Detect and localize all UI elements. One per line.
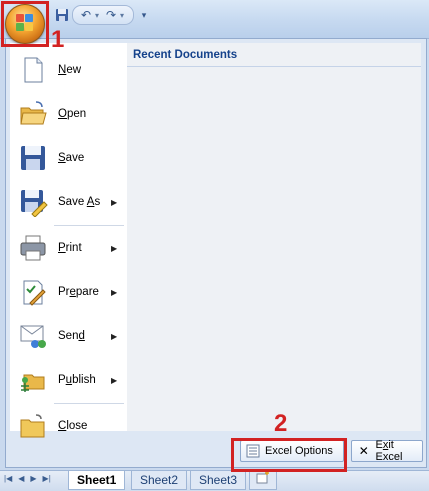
menu-item-publish[interactable]: Publish ▶ [10,359,127,401]
menu-separator [54,225,124,226]
menu-item-label: Send [58,330,85,342]
tab-sheet1[interactable]: Sheet1 [68,471,126,490]
menu-item-label: Publish [58,374,96,386]
menu-item-label: Print [58,242,82,254]
recent-documents-title: Recent Documents [127,43,421,67]
submenu-arrow-icon: ▶ [111,331,118,341]
menu-item-label: Open [58,108,87,120]
menu-item-label: Prepare [58,286,99,298]
send-icon [18,321,48,351]
save-icon[interactable] [55,8,69,22]
annotation-number-1: 1 [51,26,65,53]
prepare-icon [18,277,48,307]
menu-item-open[interactable]: Open [10,93,127,135]
submenu-arrow-icon: ▶ [111,287,118,297]
save-as-icon [18,187,48,218]
undo-dropdown-icon[interactable]: ▾ [95,11,99,20]
undo-icon[interactable]: ↶ [79,8,93,22]
menu-footer: Excel Options ✕ Exit Excel [10,435,423,463]
menu-item-prepare[interactable]: Prepare ▶ [10,271,127,313]
menu-separator [54,403,124,404]
highlight-box-office-button [1,1,49,47]
tab-sheet3[interactable]: Sheet3 [190,471,247,490]
new-document-icon [18,55,48,85]
save-disk-icon [18,143,48,173]
submenu-arrow-icon: ▶ [111,375,118,385]
printer-icon [18,233,48,263]
menu-commands: New Open Save Save As ▶ Print ▶ Prepare … [10,43,128,438]
insert-sheet-icon[interactable] [249,471,277,490]
menu-item-print[interactable]: Print ▶ [10,227,127,269]
redo-dropdown-icon[interactable]: ▾ [120,11,124,20]
recent-documents-panel: Recent Documents [127,43,421,431]
customize-dropdown-icon[interactable]: ▾ [137,8,151,22]
close-x-icon: ✕ [358,444,369,458]
open-folder-icon [18,99,48,129]
menu-item-save[interactable]: Save [10,137,127,179]
office-menu: New Open Save Save As ▶ Print ▶ Prepare … [5,38,427,468]
qat-icons: ↶ ▾ ↷ ▾ ▾ [55,5,151,25]
menu-item-save-as[interactable]: Save As ▶ [10,181,127,223]
menu-item-label: Save [58,152,85,164]
menu-item-label: Save As [58,196,101,208]
redo-icon[interactable]: ↷ [104,8,118,22]
menu-item-label: New [58,64,82,76]
sheet-tabs-bar: |◀ ◀ ▶ ▶| Sheet1 Sheet2 Sheet3 [0,470,429,491]
next-sheet-icon[interactable]: ▶ [30,474,36,483]
exit-excel-label: Exit Excel [375,439,403,463]
submenu-arrow-icon: ▶ [111,197,118,207]
prev-sheet-icon[interactable]: ◀ [18,474,24,483]
sheet-navigation: |◀ ◀ ▶ ▶| [4,474,51,483]
last-sheet-icon[interactable]: ▶| [43,474,51,483]
highlight-box-excel-options [231,438,347,472]
exit-excel-button[interactable]: ✕ Exit Excel [351,439,423,463]
menu-item-new[interactable]: New [10,49,127,91]
publish-icon [18,365,48,395]
menu-item-label: Close [58,420,88,432]
tab-sheet2[interactable]: Sheet2 [131,471,188,490]
submenu-arrow-icon: ▶ [111,243,118,253]
menu-item-send[interactable]: Send ▶ [10,315,127,357]
annotation-number-2: 2 [274,410,288,437]
undo-redo-group: ↶ ▾ ↷ ▾ [72,5,135,25]
first-sheet-icon[interactable]: |◀ [4,474,12,483]
